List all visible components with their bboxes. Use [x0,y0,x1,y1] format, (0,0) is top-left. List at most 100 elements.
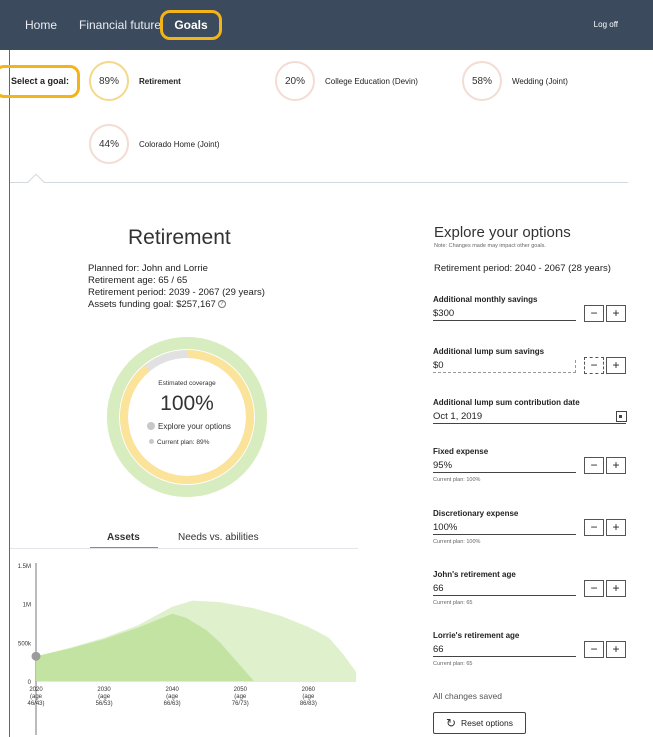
explore-title: Explore your options [434,224,571,241]
goal-retirement[interactable]: 89% Retirement [89,61,181,101]
help-icon[interactable]: ? [217,300,226,308]
calendar-icon[interactable] [616,411,627,422]
increment-button[interactable]: + [606,641,626,658]
coverage-value: 100% [160,392,214,415]
x-tick-label: 86/83) [300,701,317,707]
y-tick-label: 0 [28,680,32,686]
fixed-expense-stepper: − + [584,457,626,474]
goal-title: Retirement [128,226,231,249]
y-tick-label: 1.5M [18,564,31,570]
coverage-label: Estimated coverage [158,380,216,387]
field-fixed-expense: Fixed expense 95% Current plan: 100% − + [433,447,633,483]
explore-legend: Explore your options [147,422,231,431]
retirement-period: Retirement period: 2039 - 2067 (29 years… [88,287,265,298]
decrement-button[interactable]: − [584,457,604,474]
decrement-button[interactable]: − [584,519,604,536]
goal-progress-ring: 44% [89,124,129,164]
goal-divider [10,182,628,183]
discretionary-expense-input[interactable]: 100% [433,522,576,535]
x-tick-label: 76/73) [232,701,249,707]
current-plan-legend: Current plan: 89% [149,439,209,446]
increment-button[interactable]: + [606,357,626,374]
goal-progress-ring: 20% [275,61,315,101]
monthly-savings-input[interactable]: $300 [433,308,576,321]
current-plan-note: Current plan: 65 [433,600,473,606]
x-tick-label: (age [98,694,111,700]
nav-goals-label: Goals [174,18,208,32]
increment-button[interactable]: + [606,519,626,536]
nav-financial-future[interactable]: Financial future [79,18,161,32]
x-tick-label: 2060 [302,687,316,693]
john-retirement-age-input[interactable]: 66 [433,583,576,596]
tab-assets[interactable]: Assets [107,532,140,543]
monthly-savings-stepper: − + [584,305,626,322]
select-goal-label: Select a goal: [0,65,80,98]
coverage-text: Estimated coverage 100% Explore your opt… [107,337,267,497]
goal-summary: Planned for: John and Lorrie Retirement … [88,263,265,311]
current-plan-note: Current plan: 100% [433,477,481,483]
x-tick-label: (age [30,694,43,700]
reset-icon: ↻ [445,716,457,730]
goal-progress-ring: 58% [462,61,502,101]
goal-name: College Education (Devin) [325,76,418,86]
john-retirement-age-stepper: − + [584,580,626,597]
assets-chart: 1.5M1M500k02020(age46/43)2030(age56/53)2… [18,563,356,735]
selected-goal-pointer [27,173,45,191]
fixed-expense-input[interactable]: 95% [433,460,576,473]
goal-progress-ring: 89% [89,61,129,101]
field-discretionary-expense: Discretionary expense 100% Current plan:… [433,509,633,545]
goal-name: Retirement [139,76,181,86]
explore-note: Note: Changes made may impact other goal… [434,243,546,249]
nav-goals[interactable]: Goals [160,10,222,40]
nav-home[interactable]: Home [25,18,57,32]
goal-wedding[interactable]: 58% Wedding (Joint) [462,61,568,101]
x-tick-label: (age [234,694,247,700]
lorrie-retirement-age-stepper: − + [584,641,626,658]
explore-retirement-period: Retirement period: 2040 - 2067 (28 years… [434,263,611,274]
x-tick-label: (age [166,694,179,700]
field-john-retirement-age: John's retirement age 66 Current plan: 6… [433,570,633,606]
y-tick-label: 1M [23,603,31,609]
tabs-divider [10,548,358,549]
goal-name: Wedding (Joint) [512,76,568,86]
x-tick-label: 2030 [97,687,111,693]
lump-sum-savings-input[interactable]: $0 [433,360,576,373]
chart-tabs: Assets Needs vs. abilities [90,530,280,550]
increment-button[interactable]: + [606,580,626,597]
goal-colorado-home[interactable]: 44% Colorado Home (Joint) [89,124,219,164]
x-tick-label: 56/53) [96,701,113,707]
field-monthly-savings: Additional monthly savings $300 − + [433,295,633,322]
decrement-button[interactable]: − [584,305,604,322]
assets-funding-goal-row: Assets funding goal: $257,167? [88,299,265,311]
field-lump-sum-savings: Additional lump sum savings $0 − + [433,347,633,374]
save-status: All changes saved [433,691,502,701]
decrement-button[interactable]: − [584,357,604,374]
decrement-button[interactable]: − [584,641,604,658]
x-tick-label: 46/43) [27,701,44,707]
assets-funding-goal: Assets funding goal: $257,167 [88,299,216,310]
planned-for: Planned for: John and Lorrie [88,263,208,274]
y-tick-label: 500k [18,641,32,647]
discretionary-expense-stepper: − + [584,519,626,536]
top-navigation: Home Financial future Goals Log off [0,0,653,50]
field-lump-sum-date: Additional lump sum contribution date Oc… [433,398,633,424]
increment-button[interactable]: + [606,457,626,474]
increment-button[interactable]: + [606,305,626,322]
x-tick-label: 2040 [165,687,179,693]
decrement-button[interactable]: − [584,580,604,597]
field-lorrie-retirement-age: Lorrie's retirement age 66 Current plan:… [433,631,633,667]
goal-college-education[interactable]: 20% College Education (Devin) [275,61,418,101]
explore-legend-dot [147,422,155,430]
current-plan-note: Current plan: 100% [433,539,481,545]
logoff-link[interactable]: Log off [594,20,618,29]
current-legend-dot [149,439,154,444]
current-plan-note: Current plan: 65 [433,661,473,667]
x-tick-label: 2020 [29,687,43,693]
lump-sum-date-input[interactable]: Oct 1, 2019 [433,411,626,424]
current-value-marker [31,651,41,661]
tab-needs-vs-abilities[interactable]: Needs vs. abilities [178,532,259,543]
x-tick-label: 66/63) [164,701,181,707]
lorrie-retirement-age-input[interactable]: 66 [433,644,576,657]
reset-options-button[interactable]: ↻ Reset options [433,712,526,734]
goal-name: Colorado Home (Joint) [139,139,220,149]
